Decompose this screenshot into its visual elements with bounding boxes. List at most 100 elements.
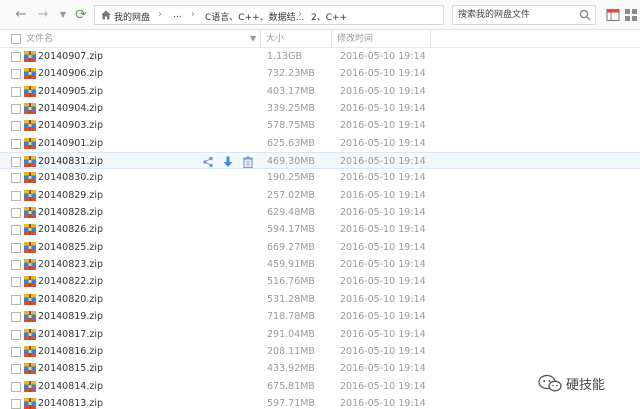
column-header-modified[interactable]: 修改时间 [337,30,373,48]
column-divider[interactable] [430,30,431,48]
file-row[interactable]: 20140825.zip 669.27MB 2016-05-10 19:14 [0,239,640,256]
breadcrumb-item-current[interactable]: 2、C++ [311,10,347,23]
file-row[interactable]: 20140907.zip 1.13GB 2016-05-10 19:14 [0,48,640,65]
select-all-checkbox[interactable] [11,34,21,44]
file-row[interactable]: 20140905.zip 403.17MB 2016-05-10 19:14 [0,83,640,100]
row-checkbox[interactable] [11,190,21,201]
file-row[interactable]: 20140901.zip 625.63MB 2016-05-10 19:14 [0,135,640,152]
forward-arrow-icon[interactable]: → [35,7,51,23]
file-row[interactable]: 20140819.zip 718.78MB 2016-05-10 19:14 [0,308,640,325]
history-dropdown-icon[interactable]: ▼ [55,7,71,23]
file-name[interactable]: 20140823.zip [38,259,103,270]
row-checkbox[interactable] [11,242,21,253]
grid-view-icon[interactable] [624,8,638,22]
file-name[interactable]: 20140830.zip [38,172,103,183]
row-checkbox[interactable] [11,121,21,132]
file-name[interactable]: 20140825.zip [38,242,103,253]
row-checkbox[interactable] [11,157,21,168]
refresh-icon[interactable]: ⟳ [73,7,89,23]
file-list: 20140907.zip 1.13GB 2016-05-10 19:14 201… [0,48,640,409]
file-row[interactable]: 20140817.zip 291.04MB 2016-05-10 19:14 [0,326,640,343]
file-modified-date: 2016-05-10 19:14 [340,363,426,375]
breadcrumb-item-root[interactable]: 我的网盘 [114,10,150,23]
file-modified-date: 2016-05-10 19:14 [340,207,426,219]
download-icon[interactable] [222,156,234,168]
row-checkbox[interactable] [11,294,21,305]
chevron-right-icon: › [191,9,195,20]
row-checkbox[interactable] [11,208,21,219]
file-row[interactable]: 20140813.zip 597.71MB 2016-05-10 19:14 [0,395,640,409]
file-size: 469.30MB [267,156,315,168]
row-checkbox[interactable] [11,104,21,115]
share-icon[interactable] [202,156,214,168]
breadcrumb-item-folder[interactable]: C语言、C++、数据结... [205,10,304,23]
back-arrow-icon[interactable]: ← [13,7,29,23]
file-row[interactable]: 20140903.zip 578.75MB 2016-05-10 19:14 [0,117,640,134]
file-row[interactable]: 20140823.zip 459.91MB 2016-05-10 19:14 [0,256,640,273]
file-row[interactable]: 20140820.zip 531.28MB 2016-05-10 19:14 [0,291,640,308]
file-row[interactable]: 20140828.zip 629.48MB 2016-05-10 19:14 [0,204,640,221]
file-row[interactable]: 20140906.zip 732.23MB 2016-05-10 19:14 [0,65,640,82]
row-checkbox[interactable] [11,398,21,409]
file-modified-date: 2016-05-10 19:14 [340,224,426,236]
row-checkbox[interactable] [11,381,21,392]
delete-icon[interactable] [242,156,254,169]
zip-file-icon [24,137,36,149]
row-checkbox[interactable] [11,312,21,323]
file-size: 403.17MB [267,85,315,97]
file-name[interactable]: 20140815.zip [38,363,103,374]
row-checkbox[interactable] [11,260,21,271]
zip-file-icon [24,85,36,97]
row-checkbox[interactable] [11,52,21,62]
file-name[interactable]: 20140906.zip [38,68,103,79]
file-row[interactable]: 20140829.zip 257.02MB 2016-05-10 19:14 [0,187,640,204]
file-row[interactable]: 20140816.zip 208.11MB 2016-05-10 19:14 [0,343,640,360]
file-size: 459.91MB [267,259,315,271]
column-divider[interactable] [260,30,261,48]
file-name[interactable]: 20140901.zip [38,138,103,149]
file-name[interactable]: 20140903.zip [38,120,103,131]
zip-file-icon [24,207,36,219]
chevron-down-icon[interactable]: ▼ [250,30,256,48]
file-name[interactable]: 20140828.zip [38,207,103,218]
row-checkbox[interactable] [11,346,21,357]
zip-file-icon [24,328,36,340]
file-name[interactable]: 20140820.zip [38,294,103,305]
file-name[interactable]: 20140822.zip [38,276,103,287]
row-checkbox[interactable] [11,69,21,80]
view-toggle-icon[interactable] [606,8,620,22]
search-icon[interactable] [579,9,591,21]
row-checkbox[interactable] [11,173,21,184]
file-name[interactable]: 20140904.zip [38,103,103,114]
row-checkbox[interactable] [11,277,21,288]
file-name[interactable]: 20140826.zip [38,224,103,235]
breadcrumb-item-ellipsis[interactable]: ... [173,10,182,20]
zip-file-icon [24,172,36,184]
column-header-name[interactable]: 文件名 [26,30,53,48]
file-name[interactable]: 20140816.zip [38,346,103,357]
file-name[interactable]: 20140813.zip [38,398,103,409]
file-row[interactable]: 20140904.zip 339.25MB 2016-05-10 19:14 [0,100,640,117]
file-row[interactable]: 20140831.zip 469.30MB 2016-05-10 19:14 [0,152,640,170]
file-row[interactable]: 20140830.zip 190.25MB 2016-05-10 19:14 [0,169,640,186]
column-divider[interactable] [331,30,332,48]
file-modified-date: 2016-05-10 19:14 [340,259,426,271]
file-row[interactable]: 20140822.zip 516.76MB 2016-05-10 19:14 [0,273,640,290]
file-name[interactable]: 20140817.zip [38,329,103,340]
file-name[interactable]: 20140829.zip [38,190,103,201]
row-checkbox[interactable] [11,364,21,375]
row-checkbox[interactable] [11,225,21,236]
row-checkbox[interactable] [11,138,21,149]
file-name[interactable]: 20140907.zip [38,51,103,62]
column-header-size[interactable]: 大小 [266,30,284,48]
file-row[interactable]: 20140826.zip 594.17MB 2016-05-10 19:14 [0,221,640,238]
zip-file-icon [24,241,36,253]
row-checkbox[interactable] [11,86,21,97]
file-name[interactable]: 20140814.zip [38,381,103,392]
file-name[interactable]: 20140831.zip [38,156,103,167]
home-icon[interactable] [100,9,112,21]
file-name[interactable]: 20140905.zip [38,86,103,97]
row-checkbox[interactable] [11,329,21,340]
search-input[interactable] [458,8,576,22]
file-name[interactable]: 20140819.zip [38,311,103,322]
